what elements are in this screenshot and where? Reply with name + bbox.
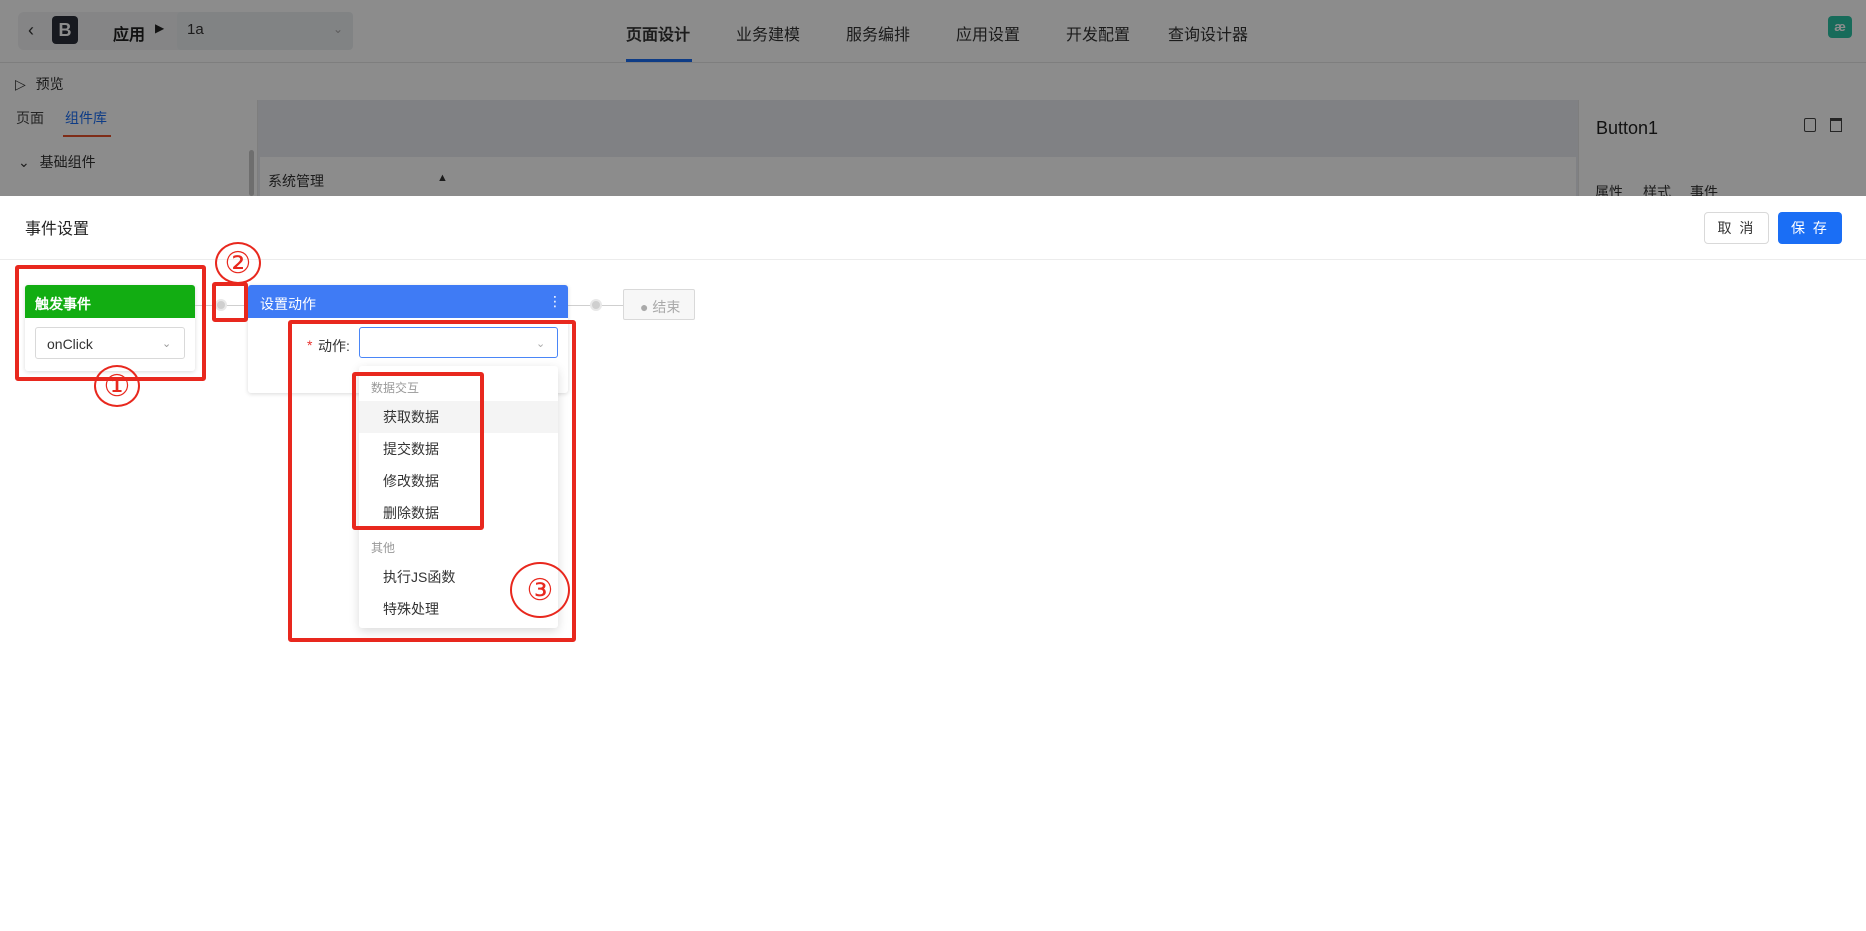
cancel-button[interactable]: 取 消 [1704, 212, 1769, 244]
add-node-handle[interactable] [590, 299, 602, 311]
modal-mask [0, 0, 1866, 196]
more-vertical-icon[interactable]: ⋮ [548, 293, 562, 310]
annotation-number: ② [224, 246, 252, 281]
modal-title: 事件设置 [25, 221, 90, 238]
app-background: ‹ B 应用 ▶ 1a ⌄ 页面设计 业务建模 服务编排 应用设置 开发配置 查… [0, 0, 1866, 196]
set-action-title: 设置动作 [260, 296, 316, 312]
annotation-box-1 [15, 265, 206, 381]
annotation-number: ③ [526, 573, 554, 608]
annotation-marker-3: ③ [510, 562, 570, 618]
save-button[interactable]: 保 存 [1778, 212, 1842, 244]
modal-divider [0, 259, 1866, 260]
annotation-marker-2: ② [215, 242, 261, 284]
end-node-label: ● 结束 [640, 299, 681, 315]
annotation-marker-1: ① [94, 365, 140, 407]
annotation-number: ① [103, 369, 131, 404]
annotation-box-2 [212, 282, 248, 322]
